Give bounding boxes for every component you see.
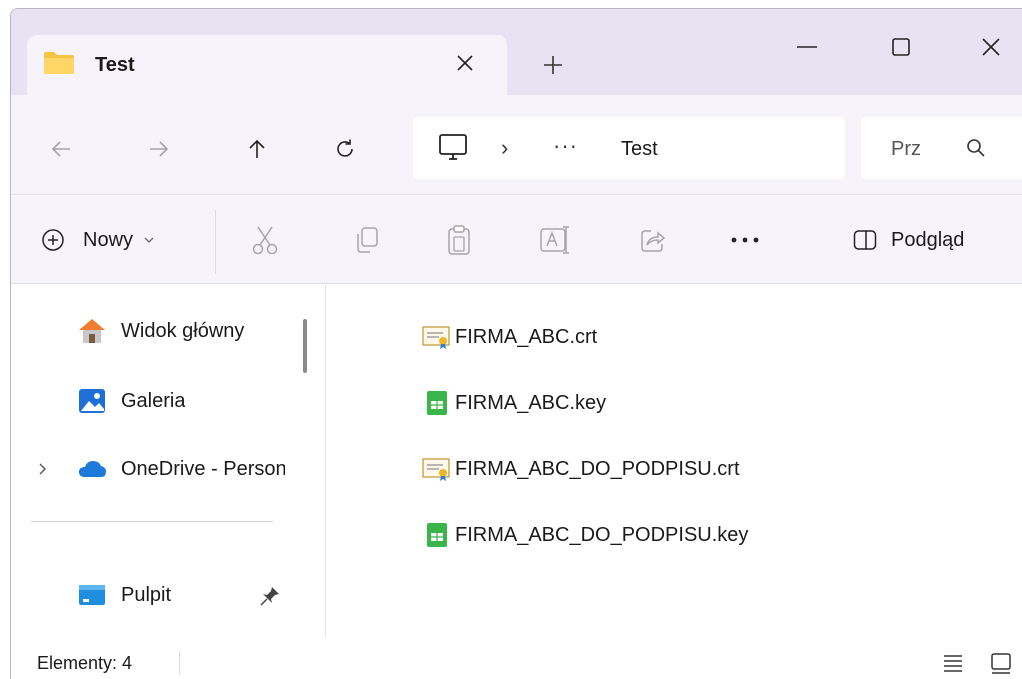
tab-title: Test [95, 54, 135, 76]
key-file-icon [427, 391, 447, 415]
file-name: FIRMA_ABC.crt [455, 325, 598, 348]
preview-pane-button[interactable]: Podgląd [853, 222, 964, 258]
paste-button[interactable] [441, 222, 477, 258]
new-tab-button[interactable] [535, 47, 571, 83]
computer-icon [439, 134, 467, 160]
breadcrumb-separator: › [501, 135, 509, 160]
certificate-icon [422, 326, 450, 349]
navigation-pane: Widok główny Galeria OneDrive - Personal [11, 285, 289, 637]
preview-label: Podgląd [891, 228, 965, 251]
sidebar-item-home[interactable]: Widok główny [11, 311, 289, 351]
status-divider [179, 651, 180, 675]
sidebar-item-label: Galeria [121, 389, 186, 412]
share-icon [641, 230, 666, 252]
minimize-button[interactable] [787, 27, 827, 67]
arrow-left-icon [51, 141, 70, 157]
close-window-button[interactable] [971, 27, 1011, 67]
sidebar-item-onedrive[interactable]: OneDrive - Personal [11, 449, 289, 489]
clipboard-icon [448, 225, 470, 255]
file-item[interactable]: FIRMA_ABC_DO_PODPISU.crt [421, 449, 740, 489]
file-item[interactable]: FIRMA_ABC_DO_PODPISU.key [421, 515, 748, 555]
key-file-icon [427, 523, 447, 547]
sidebar-item-gallery[interactable]: Galeria [11, 381, 289, 421]
sidebar-item-label: Pulpit [121, 583, 172, 606]
sidebar-item-label: Widok główny [121, 319, 245, 342]
close-tab-button[interactable] [451, 49, 479, 77]
preview-pane-icon [853, 230, 877, 250]
file-list: FIRMA_ABC.crt FIRMA_ABC.key FIRMA_ABC_DO… [327, 285, 1022, 637]
scissors-icon [252, 226, 278, 255]
rename-icon [540, 226, 569, 254]
refresh-icon [337, 139, 353, 157]
maximize-icon [892, 38, 910, 56]
minimize-icon [797, 46, 817, 48]
plus-circle-icon [42, 229, 64, 251]
gallery-icon [79, 389, 105, 413]
certificate-icon [422, 458, 450, 481]
sidebar-item-desktop[interactable]: Pulpit [11, 575, 289, 615]
new-button-label: Nowy [83, 228, 134, 251]
navigation-bar: › ··· Test Prz [11, 95, 1022, 195]
search-icon [967, 139, 985, 157]
chevron-right-icon[interactable] [35, 462, 49, 476]
forward-button[interactable] [141, 131, 177, 167]
file-item[interactable]: FIRMA_ABC.crt [421, 317, 597, 357]
home-icon [79, 319, 105, 343]
arrow-up-icon [249, 139, 265, 158]
copy-button[interactable] [349, 222, 385, 258]
folder-icon [44, 52, 74, 74]
rename-button[interactable] [537, 222, 573, 258]
new-button[interactable]: Nowy [41, 222, 155, 258]
pin-icon[interactable] [259, 585, 281, 607]
file-name: FIRMA_ABC_DO_PODPISU.crt [455, 457, 740, 480]
back-button[interactable] [43, 131, 79, 167]
item-count: Elementy: 4 [37, 653, 133, 673]
breadcrumb-current[interactable]: Test [621, 138, 658, 161]
pane-splitter[interactable] [325, 285, 326, 637]
arrow-right-icon [150, 141, 169, 157]
refresh-button[interactable] [327, 131, 363, 167]
copy-icon [357, 227, 378, 253]
details-view-icon[interactable] [941, 651, 965, 675]
cut-button[interactable] [247, 222, 283, 258]
search-box[interactable]: Prz [861, 117, 1022, 179]
plus-icon [544, 56, 562, 74]
more-icon [731, 237, 759, 243]
onedrive-cloud-icon [79, 461, 106, 477]
file-name: FIRMA_ABC_DO_PODPISU.key [455, 523, 749, 546]
command-divider [215, 210, 216, 274]
command-bar: Nowy Podgląd [11, 196, 1022, 284]
close-icon [982, 38, 1000, 56]
address-bar[interactable]: › ··· Test [413, 117, 845, 179]
up-button[interactable] [239, 131, 275, 167]
search-input[interactable]: Prz [891, 138, 923, 161]
sidebar-divider [31, 521, 273, 522]
maximize-button[interactable] [881, 27, 921, 67]
share-button[interactable] [635, 222, 671, 258]
tiles-view-icon[interactable] [989, 651, 1013, 675]
desktop-folder-icon [79, 585, 105, 605]
file-item[interactable]: FIRMA_ABC.key [421, 383, 606, 423]
status-bar: Elementy: 4 [11, 639, 1022, 679]
breadcrumb-more-button[interactable]: ··· [553, 133, 578, 159]
tab-test[interactable]: Test [27, 35, 507, 95]
sidebar-item-label: OneDrive - Personal [121, 457, 285, 480]
title-bar: Test [11, 9, 1022, 95]
sidebar-scrollbar[interactable] [303, 319, 307, 373]
file-name: FIRMA_ABC.key [455, 391, 607, 414]
close-icon [457, 55, 473, 71]
chevron-down-icon [144, 237, 154, 243]
more-options-button[interactable] [727, 222, 763, 258]
explorer-window: Test › ··· Test Prz Nowy Podgląd Widok g… [10, 8, 1022, 679]
